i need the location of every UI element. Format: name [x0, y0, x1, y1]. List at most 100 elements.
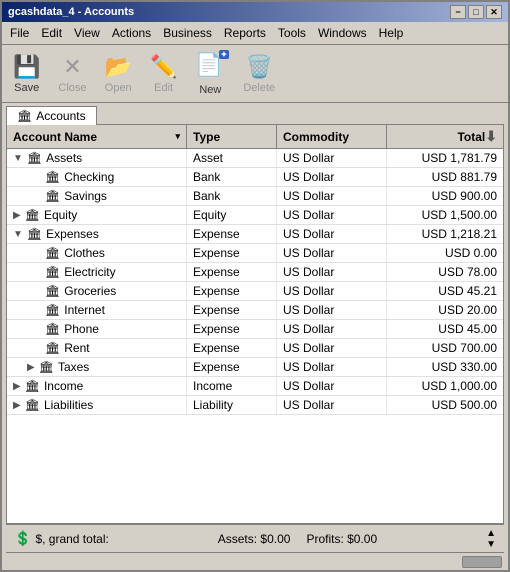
- account-name-cell: ▶ 🏛 Taxes: [7, 358, 187, 376]
- table-row[interactable]: ▶ 🏛 Income Income US Dollar USD 1,000.00: [7, 377, 503, 396]
- account-icon: 🏛: [45, 341, 60, 355]
- total-cell: USD 78.00: [387, 263, 503, 281]
- commodity-cell: US Dollar: [277, 168, 387, 186]
- table-row[interactable]: ▶ 🏛 Liabilities Liability US Dollar USD …: [7, 396, 503, 415]
- menu-edit[interactable]: Edit: [35, 24, 68, 42]
- menu-tools[interactable]: Tools: [272, 24, 312, 42]
- account-name-dropdown[interactable]: ▾: [175, 131, 180, 142]
- commodity-cell: US Dollar: [277, 396, 387, 414]
- table-row[interactable]: 🏛 Groceries Expense US Dollar USD 45.21: [7, 282, 503, 301]
- table-row[interactable]: 🏛 Electricity Expense US Dollar USD 78.0…: [7, 263, 503, 282]
- sort-icon[interactable]: ⬇: [485, 128, 497, 145]
- edit-button[interactable]: ✏️ Edit: [143, 49, 184, 99]
- account-icon: 🏛: [45, 265, 60, 279]
- account-name-cell: ▼ 🏛 Assets: [7, 149, 187, 167]
- table-row[interactable]: ▼ 🏛 Assets Asset US Dollar USD 1,781.79: [7, 149, 503, 168]
- type-cell: Expense: [187, 320, 277, 338]
- total-cell: USD 1,781.79: [387, 149, 503, 167]
- table-row[interactable]: 🏛 Savings Bank US Dollar USD 900.00: [7, 187, 503, 206]
- new-button[interactable]: 📄 ✦ New: [188, 49, 232, 99]
- total-cell: USD 900.00: [387, 187, 503, 205]
- account-name-cell: 🏛 Rent: [7, 339, 187, 357]
- account-name-cell: 🏛 Phone: [7, 320, 187, 338]
- table-row[interactable]: ▶ 🏛 Taxes Expense US Dollar USD 330.00: [7, 358, 503, 377]
- close-account-button[interactable]: ✕ Close: [51, 49, 93, 99]
- delete-button[interactable]: 🗑️ Delete: [236, 49, 282, 99]
- header-type: Type: [187, 125, 277, 148]
- header-account-name: Account Name ▾: [7, 125, 187, 148]
- commodity-cell: US Dollar: [277, 358, 387, 376]
- commodity-cell: US Dollar: [277, 339, 387, 357]
- account-name-cell: ▶ 🏛 Income: [7, 377, 187, 395]
- total-cell: USD 1,500.00: [387, 206, 503, 224]
- table-row[interactable]: 🏛 Internet Expense US Dollar USD 20.00: [7, 301, 503, 320]
- scroll-thumb[interactable]: [462, 556, 502, 568]
- menu-actions[interactable]: Actions: [106, 24, 157, 42]
- commodity-cell: US Dollar: [277, 206, 387, 224]
- type-cell: Income: [187, 377, 277, 395]
- menu-reports[interactable]: Reports: [218, 24, 272, 42]
- delete-icon: 🗑️: [246, 54, 273, 80]
- type-cell: Expense: [187, 244, 277, 262]
- table-row[interactable]: 🏛 Clothes Expense US Dollar USD 0.00: [7, 244, 503, 263]
- tab-bar: 🏛 Accounts: [2, 103, 508, 124]
- account-icon: 🏛: [45, 284, 60, 298]
- type-cell: Expense: [187, 301, 277, 319]
- menu-bar: File Edit View Actions Business Reports …: [2, 22, 508, 45]
- header-commodity: Commodity: [277, 125, 387, 148]
- tab-accounts[interactable]: 🏛 Accounts: [6, 106, 97, 125]
- table-row[interactable]: ▶ 🏛 Equity Equity US Dollar USD 1,500.00: [7, 206, 503, 225]
- total-cell: USD 881.79: [387, 168, 503, 186]
- account-icon: 🏛: [25, 398, 40, 412]
- menu-help[interactable]: Help: [373, 24, 410, 42]
- type-cell: Asset: [187, 149, 277, 167]
- status-spin-down[interactable]: ▼: [486, 539, 496, 550]
- account-icon: 🏛: [45, 322, 60, 336]
- commodity-cell: US Dollar: [277, 301, 387, 319]
- total-cell: USD 500.00: [387, 396, 503, 414]
- commodity-cell: US Dollar: [277, 244, 387, 262]
- total-cell: USD 0.00: [387, 244, 503, 262]
- commodity-cell: US Dollar: [277, 149, 387, 167]
- menu-windows[interactable]: Windows: [312, 24, 373, 42]
- commodity-cell: US Dollar: [277, 282, 387, 300]
- account-name-cell: ▶ 🏛 Equity: [7, 206, 187, 224]
- save-button[interactable]: 💾 Save: [6, 49, 47, 99]
- header-total: Total ⬇: [387, 125, 503, 148]
- account-icon: 🏛: [45, 303, 60, 317]
- save-icon: 💾: [13, 54, 40, 80]
- account-name-cell: 🏛 Electricity: [7, 263, 187, 281]
- content-area: Account Name ▾ Type Commodity Total ⬇ ▼ …: [6, 124, 504, 524]
- edit-icon: ✏️: [150, 54, 177, 80]
- accounts-tab-icon: 🏛: [17, 109, 32, 123]
- table-row[interactable]: 🏛 Checking Bank US Dollar USD 881.79: [7, 168, 503, 187]
- account-name-cell: ▼ 🏛 Expenses: [7, 225, 187, 243]
- account-name-cell: 🏛 Savings: [7, 187, 187, 205]
- account-name-cell: 🏛 Groceries: [7, 282, 187, 300]
- minimize-button[interactable]: −: [450, 5, 466, 19]
- commodity-cell: US Dollar: [277, 320, 387, 338]
- commodity-cell: US Dollar: [277, 225, 387, 243]
- table-row[interactable]: 🏛 Rent Expense US Dollar USD 700.00: [7, 339, 503, 358]
- open-button[interactable]: 📂 Open: [98, 49, 139, 99]
- total-cell: USD 1,218.21: [387, 225, 503, 243]
- total-cell: USD 45.21: [387, 282, 503, 300]
- type-cell: Expense: [187, 358, 277, 376]
- total-cell: USD 330.00: [387, 358, 503, 376]
- account-icon: 🏛: [27, 227, 42, 241]
- menu-file[interactable]: File: [4, 24, 35, 42]
- type-cell: Expense: [187, 263, 277, 281]
- horizontal-scrollbar[interactable]: [6, 552, 504, 570]
- grand-total-label: $, grand total:: [35, 532, 108, 546]
- table-row[interactable]: ▼ 🏛 Expenses Expense US Dollar USD 1,218…: [7, 225, 503, 244]
- menu-business[interactable]: Business: [157, 24, 218, 42]
- main-window: gcashdata_4 - Accounts − □ ✕ File Edit V…: [0, 0, 510, 572]
- table-row[interactable]: 🏛 Phone Expense US Dollar USD 45.00: [7, 320, 503, 339]
- maximize-button[interactable]: □: [468, 5, 484, 19]
- status-spin-up[interactable]: ▲: [486, 528, 496, 539]
- menu-view[interactable]: View: [68, 24, 106, 42]
- close-button[interactable]: ✕: [486, 5, 502, 19]
- account-name-cell: 🏛 Checking: [7, 168, 187, 186]
- toolbar: 💾 Save ✕ Close 📂 Open ✏️ Edit 📄 ✦ New 🗑️…: [2, 45, 508, 103]
- account-icon: 🏛: [45, 170, 60, 184]
